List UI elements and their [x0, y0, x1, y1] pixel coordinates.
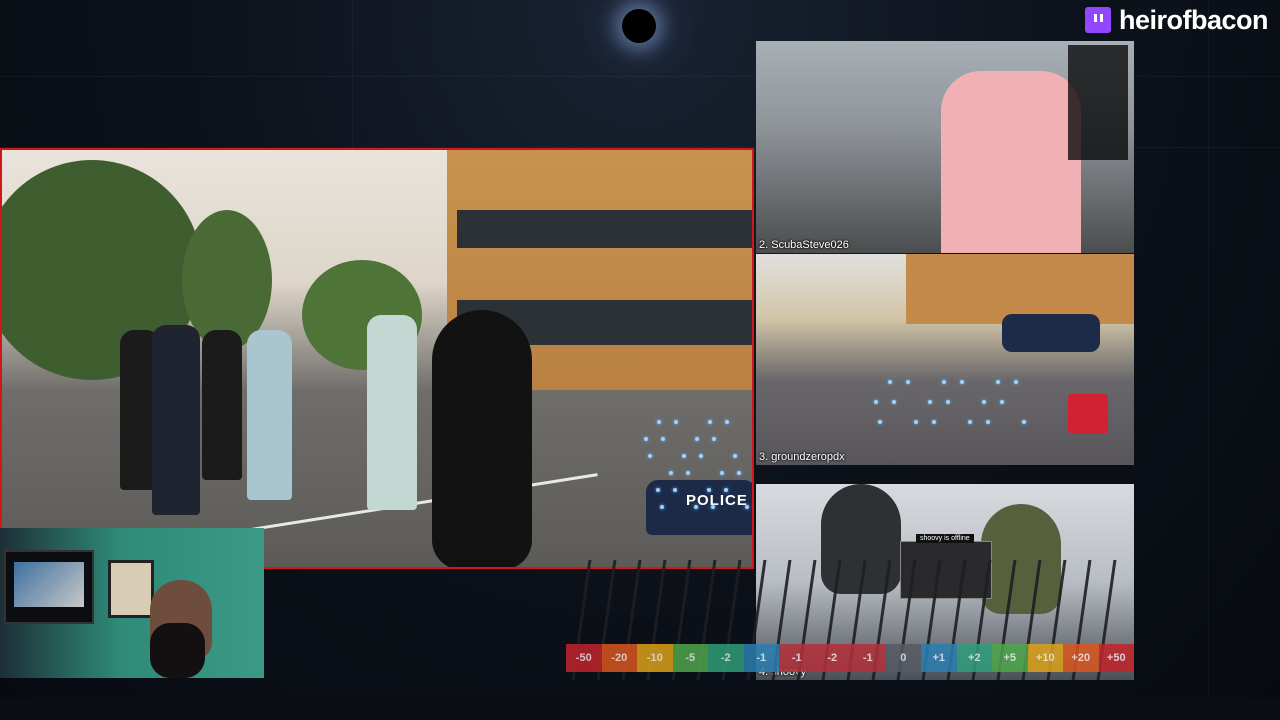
scale-cell: +20 — [1063, 644, 1099, 672]
dot — [657, 420, 661, 424]
dot — [661, 437, 665, 441]
dot — [660, 505, 664, 509]
streamer-webcam — [0, 528, 264, 678]
dot — [737, 471, 741, 475]
dot — [644, 437, 648, 441]
bottom-bar — [0, 698, 1280, 720]
dot — [725, 420, 729, 424]
dot — [892, 400, 896, 404]
dot — [674, 420, 678, 424]
scale-cell: -1 — [850, 644, 886, 672]
dot — [682, 454, 686, 458]
person-in-habit — [432, 310, 532, 567]
scale-cell: -20 — [601, 644, 637, 672]
scale-cell: -10 — [637, 644, 673, 672]
feed-label: 2. ScubaSteve026 — [759, 239, 849, 251]
scale-cell: -1 — [743, 644, 779, 672]
dot — [888, 380, 892, 384]
dot — [942, 380, 946, 384]
channel-name: heirofbacon — [1118, 4, 1269, 35]
person — [202, 330, 242, 480]
dot — [708, 420, 712, 424]
dot — [686, 471, 690, 475]
leaderboard-overlay — [1068, 45, 1128, 160]
dot — [996, 380, 1000, 384]
dot — [711, 505, 715, 509]
person — [152, 325, 200, 515]
scale-cell: +1 — [921, 644, 957, 672]
dot — [932, 420, 936, 424]
dot — [982, 400, 986, 404]
dot — [928, 400, 932, 404]
dot-ornament — [870, 380, 1040, 450]
scale-cell: +5 — [992, 644, 1028, 672]
scale-cell: -5 — [672, 644, 708, 672]
dot — [986, 420, 990, 424]
channel-brand: heirofbacon — [1084, 2, 1269, 38]
dot — [648, 454, 652, 458]
grid-line — [352, 0, 353, 148]
dot — [960, 380, 964, 384]
dot — [673, 488, 677, 492]
dot — [745, 505, 749, 509]
dot — [695, 437, 699, 441]
dot — [874, 400, 878, 404]
scale-cell: +10 — [1027, 644, 1063, 672]
feed-label: 3. groundzeropdx — [759, 451, 845, 463]
dot — [1022, 420, 1026, 424]
streamer-shirt — [941, 71, 1081, 253]
dot — [699, 454, 703, 458]
dot — [946, 400, 950, 404]
dot — [707, 488, 711, 492]
twitch-icon — [1084, 7, 1111, 33]
dot — [733, 454, 737, 458]
scale-cell: -2 — [814, 644, 850, 672]
person — [367, 315, 417, 510]
dot — [712, 437, 716, 441]
scale-cell: 0 — [885, 644, 921, 672]
wall-portrait — [108, 560, 154, 618]
dot — [914, 420, 918, 424]
dot — [968, 420, 972, 424]
scale-cell: +50 — [1098, 644, 1134, 672]
police-car — [1002, 314, 1100, 352]
scale-cell: +2 — [956, 644, 992, 672]
dot — [1000, 400, 1004, 404]
dot — [669, 471, 673, 475]
rating-scale: -50 -20 -10 -5 -2 -1 -1 -2 -1 0 +1 +2 +5 +10 +20 +50 — [566, 644, 1134, 672]
streamer-beard — [150, 623, 205, 678]
monitor — [4, 550, 94, 624]
cooler — [1068, 394, 1108, 434]
dot — [906, 380, 910, 384]
grid-line — [1208, 0, 1209, 720]
dot — [720, 471, 724, 475]
dot — [724, 488, 728, 492]
dot — [656, 488, 660, 492]
eclipse-ornament — [622, 9, 656, 43]
scale-cell: -2 — [708, 644, 744, 672]
scale-cell: -1 — [779, 644, 815, 672]
person — [247, 330, 292, 500]
dot-ornament — [640, 420, 750, 530]
dot — [1014, 380, 1018, 384]
offline-notice: shoovy is offline — [916, 534, 974, 543]
dot — [878, 420, 882, 424]
feed-tile-scubasteve026[interactable]: 2. ScubaSteve026 — [756, 41, 1134, 253]
dot — [694, 505, 698, 509]
scale-cell: -50 — [566, 644, 602, 672]
